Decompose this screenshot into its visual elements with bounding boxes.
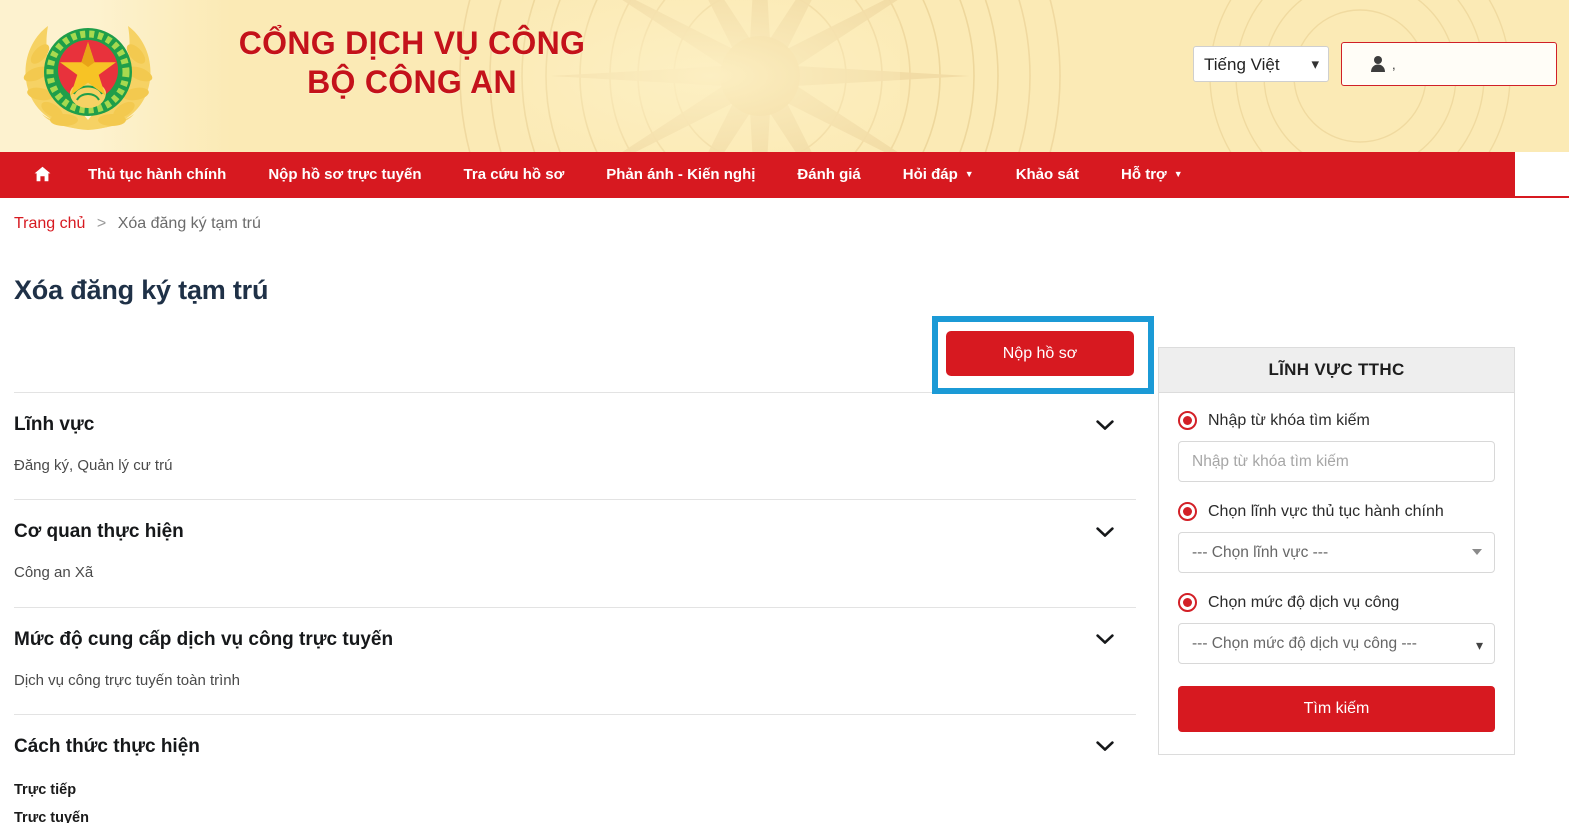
keyword-search-input[interactable] — [1178, 441, 1495, 482]
accordion-header[interactable]: Mức độ cung cấp dịch vụ công trực tuyến — [14, 608, 1136, 651]
caret-down-icon: ▼ — [964, 169, 974, 179]
user-icon — [1371, 56, 1385, 72]
nav-item-label: Hỗ trợ — [1121, 165, 1167, 183]
method-item-truc-tiep: Trực tiếp — [14, 781, 77, 798]
radio-label: Chọn mức độ dịch vụ công — [1208, 593, 1400, 611]
brand-line-2: BỘ CÔNG AN — [307, 64, 517, 101]
field-select[interactable]: --- Chọn lĩnh vực --- — [1178, 532, 1495, 573]
accordion-section-cach-thuc-thuc-hien: Cách thức thực hiện Trực tiếp Trực tuyến — [14, 715, 1136, 823]
nav-item-tra-cuu-ho-so[interactable]: Tra cứu hồ sơ — [443, 152, 586, 196]
accordion-title: Lĩnh vực — [14, 414, 95, 435]
radio-selected-icon[interactable] — [1178, 593, 1197, 612]
sidebar-heading: LĨNH VỰC TTHC — [1159, 348, 1514, 393]
accordion-section-co-quan-thuc-hien: Cơ quan thực hiện Công an Xã — [14, 500, 1136, 606]
user-account-box[interactable]: , — [1341, 42, 1557, 86]
home-icon — [34, 166, 51, 182]
breadcrumb-separator: > — [96, 215, 107, 232]
nav-item-label: Nộp hồ sơ trực tuyến — [268, 165, 422, 183]
nav-item-ho-tro[interactable]: Hỗ trợ ▼ — [1100, 152, 1204, 196]
chevron-down-icon[interactable] — [1096, 634, 1114, 645]
breadcrumb-current: Xóa đăng ký tạm trú — [117, 215, 261, 232]
nav-item-danh-gia[interactable]: Đánh giá — [776, 152, 881, 196]
nav-item-nop-ho-so-truc-tuyen[interactable]: Nộp hồ sơ trực tuyến — [247, 152, 442, 196]
level-select[interactable]: --- Chọn mức độ dịch vụ công --- — [1178, 623, 1495, 664]
accordion-body: Trực tiếp Trực tuyến — [14, 758, 1136, 823]
breadcrumb: Trang chủ > Xóa đăng ký tạm trú — [14, 196, 1569, 233]
nav-item-label: Thủ tục hành chính — [88, 165, 227, 183]
vietnam-public-security-emblem-icon — [23, 26, 153, 130]
accordion-title: Mức độ cung cấp dịch vụ công trực tuyến — [14, 628, 394, 650]
nav-item-home[interactable] — [22, 152, 67, 196]
accordion-header[interactable]: Lĩnh vực — [14, 393, 1136, 436]
method-item-truc-tuyen: Trực tuyến — [14, 810, 89, 823]
accordion-body: Dịch vụ công trực tuyến toàn trình — [14, 671, 240, 689]
nav-item-thu-tuc-hanh-chinh[interactable]: Thủ tục hành chính — [67, 152, 247, 196]
accordion-header[interactable]: Cơ quan thực hiện — [14, 500, 1136, 543]
radio-selected-icon[interactable] — [1178, 411, 1197, 430]
nav-item-label: Tra cứu hồ sơ — [463, 165, 565, 183]
accordion-title: Cách thức thực hiện — [14, 735, 200, 757]
nav-item-hoi-dap[interactable]: Hỏi đáp ▼ — [882, 152, 995, 196]
submit-zone: Nộp hồ sơ — [14, 306, 1154, 394]
site-header: CỔNG DỊCH VỤ CÔNG BỘ CÔNG AN Tiếng Việt … — [0, 0, 1569, 152]
breadcrumb-home-link[interactable]: Trang chủ — [14, 215, 85, 232]
radio-label: Nhập từ khóa tìm kiếm — [1208, 411, 1370, 429]
main-column: Xóa đăng ký tạm trú Nộp hồ sơ Lĩnh vực Đ… — [14, 275, 1154, 823]
radio-option-level[interactable]: Chọn mức độ dịch vụ công — [1178, 593, 1495, 612]
chevron-down-icon[interactable] — [1096, 527, 1114, 538]
brand-line-1: CỔNG DỊCH VỤ CÔNG — [238, 25, 586, 61]
field-select-wrapper[interactable]: --- Chọn lĩnh vực --- — [1178, 532, 1495, 573]
field-select-value: --- Chọn lĩnh vực --- — [1192, 543, 1329, 561]
accordion-title: Cơ quan thực hiện — [14, 521, 184, 543]
language-selector-wrapper[interactable]: Tiếng Việt ▾ — [1193, 46, 1329, 82]
nav-item-phan-anh-kien-nghi[interactable]: Phản ánh - Kiến nghị — [585, 152, 776, 196]
accordion-header[interactable]: Cách thức thực hiện — [14, 715, 1136, 758]
submit-application-button[interactable]: Nộp hồ sơ — [946, 331, 1134, 376]
radio-label: Chọn lĩnh vực thủ tục hành chính — [1208, 502, 1444, 520]
radio-selected-icon[interactable] — [1178, 502, 1197, 521]
accordion-body: Đăng ký, Quản lý cư trú — [14, 457, 173, 474]
chevron-down-icon[interactable] — [1096, 419, 1114, 431]
caret-down-icon: ▼ — [1173, 169, 1183, 179]
accordion-section-muc-do-cung-cap: Mức độ cung cấp dịch vụ công trực tuyến … — [14, 608, 1136, 714]
nav-item-label: Hỏi đáp — [902, 165, 958, 183]
nav-item-khao-sat[interactable]: Khảo sát — [995, 152, 1100, 196]
nav-item-label: Khảo sát — [1015, 165, 1080, 183]
main-navigation: Thủ tục hành chính Nộp hồ sơ trực tuyến … — [0, 152, 1515, 196]
search-button[interactable]: Tìm kiếm — [1178, 686, 1495, 732]
radio-option-keyword[interactable]: Nhập từ khóa tìm kiếm — [1178, 411, 1495, 430]
nav-item-label: Phản ánh - Kiến nghị — [606, 165, 756, 183]
accordion-section-linh-vuc: Lĩnh vực Đăng ký, Quản lý cư trú — [14, 393, 1136, 499]
user-name: , — [1392, 56, 1396, 72]
chevron-down-icon[interactable] — [1096, 741, 1114, 752]
page-body: Trang chủ > Xóa đăng ký tạm trú Xóa đăng… — [0, 196, 1569, 823]
language-selector[interactable]: Tiếng Việt — [1193, 46, 1329, 82]
site-brand: CỔNG DỊCH VỤ CÔNG BỘ CÔNG AN — [172, 24, 652, 102]
level-select-wrapper[interactable]: --- Chọn mức độ dịch vụ công --- ▾ — [1178, 623, 1495, 664]
radio-option-field[interactable]: Chọn lĩnh vực thủ tục hành chính — [1178, 502, 1495, 521]
sidebar-linh-vuc-tthc: LĨNH VỰC TTHC Nhập từ khóa tìm kiếm Chọn… — [1158, 347, 1515, 755]
accordion-body: Công an Xã — [14, 564, 94, 582]
nav-item-label: Đánh giá — [797, 165, 861, 183]
page-title: Xóa đăng ký tạm trú — [14, 275, 269, 305]
level-select-value: --- Chọn mức độ dịch vụ công --- — [1192, 634, 1417, 652]
